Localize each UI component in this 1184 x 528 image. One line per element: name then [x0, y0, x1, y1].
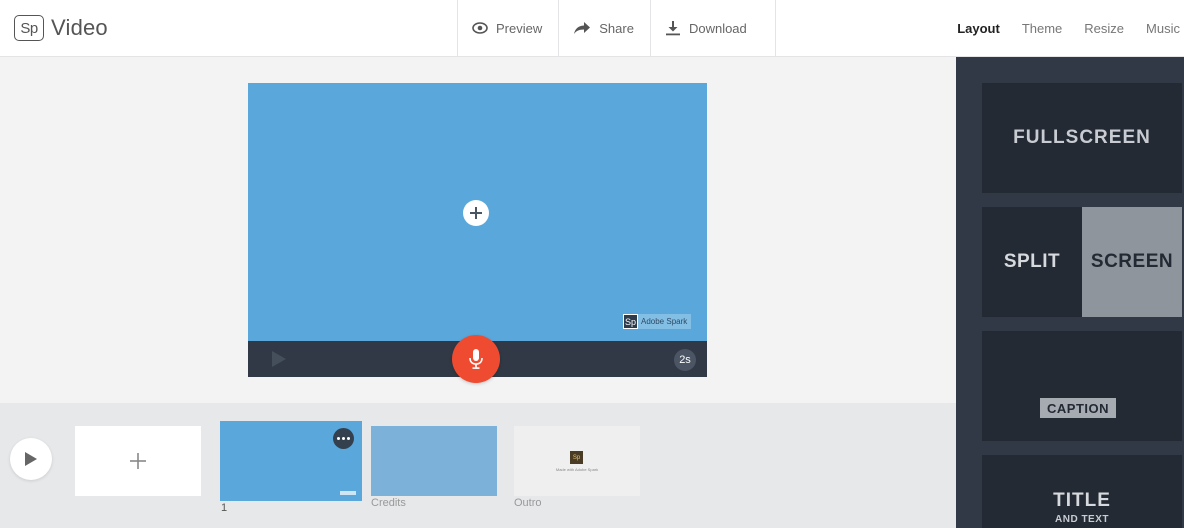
watermark-text: Adobe Spark — [641, 317, 688, 326]
plus-icon — [130, 453, 146, 469]
add-content-button[interactable] — [463, 200, 489, 226]
top-header: Sp Video Preview Share Download Layout T… — [0, 0, 1184, 57]
play-all-button[interactable] — [10, 438, 52, 480]
title-sub-label: AND TEXT — [1055, 514, 1109, 525]
layout-fullscreen-label: FULLSCREEN — [1013, 127, 1151, 148]
slide-label-outro: Outro — [514, 497, 542, 509]
caption-label: CAPTION — [1040, 398, 1116, 418]
plus-icon — [470, 207, 482, 219]
tab-layout[interactable]: Layout — [957, 21, 1000, 36]
layout-caption[interactable]: CAPTION — [982, 331, 1182, 441]
app-name: Video — [51, 15, 108, 40]
more-dots-icon — [337, 437, 350, 440]
eye-icon — [472, 22, 488, 34]
download-button[interactable]: Download — [649, 0, 775, 56]
slide-label-1: 1 — [221, 502, 228, 514]
slide-label-credits: Credits — [371, 497, 406, 509]
play-icon[interactable] — [271, 350, 287, 368]
toolbar: Preview Share Download — [457, 0, 776, 56]
slide-options-button[interactable] — [333, 428, 354, 449]
share-arrow-icon — [574, 22, 591, 34]
layout-fullscreen[interactable]: FULLSCREEN — [982, 83, 1182, 193]
play-icon — [25, 452, 37, 466]
record-voice-button[interactable] — [452, 335, 500, 383]
adobe-spark-watermark: Sp Adobe Spark — [623, 314, 692, 329]
split-left-label: SPLIT — [1003, 251, 1061, 272]
outro-spark-logo: Sp — [570, 451, 583, 464]
split-right-label: SCREEN — [1090, 251, 1174, 272]
split-right-half: SCREEN — [1082, 207, 1182, 317]
slide-watermark-mark — [340, 491, 356, 495]
outro-caption: Made with Adobe Spark — [555, 467, 599, 472]
brand[interactable]: Sp Video — [14, 15, 108, 41]
top-nav: Layout Theme Resize Music — [935, 0, 1184, 56]
tab-music[interactable]: Music — [1146, 21, 1180, 36]
layout-title-and-text[interactable]: TITLE AND TEXT — [982, 455, 1182, 528]
add-slide-button[interactable] — [75, 426, 201, 496]
download-label: Download — [688, 20, 747, 36]
split-left-half: SPLIT — [982, 207, 1082, 317]
tab-resize[interactable]: Resize — [1084, 21, 1124, 36]
slide-duration-badge[interactable]: 2s — [674, 349, 696, 371]
share-label: Share — [599, 20, 634, 36]
title-label: TITLE — [1053, 490, 1111, 511]
share-button[interactable]: Share — [558, 0, 650, 56]
watermark-logo: Sp — [623, 314, 638, 329]
preview-button[interactable]: Preview — [457, 0, 558, 56]
preview-label: Preview — [496, 20, 543, 36]
slide-thumbnail-credits[interactable] — [371, 426, 497, 496]
download-icon — [665, 21, 680, 36]
microphone-icon — [469, 349, 483, 369]
layout-split-screen[interactable]: SPLIT SCREEN — [982, 207, 1182, 317]
tab-theme[interactable]: Theme — [1022, 21, 1062, 36]
spark-logo: Sp — [14, 15, 44, 41]
